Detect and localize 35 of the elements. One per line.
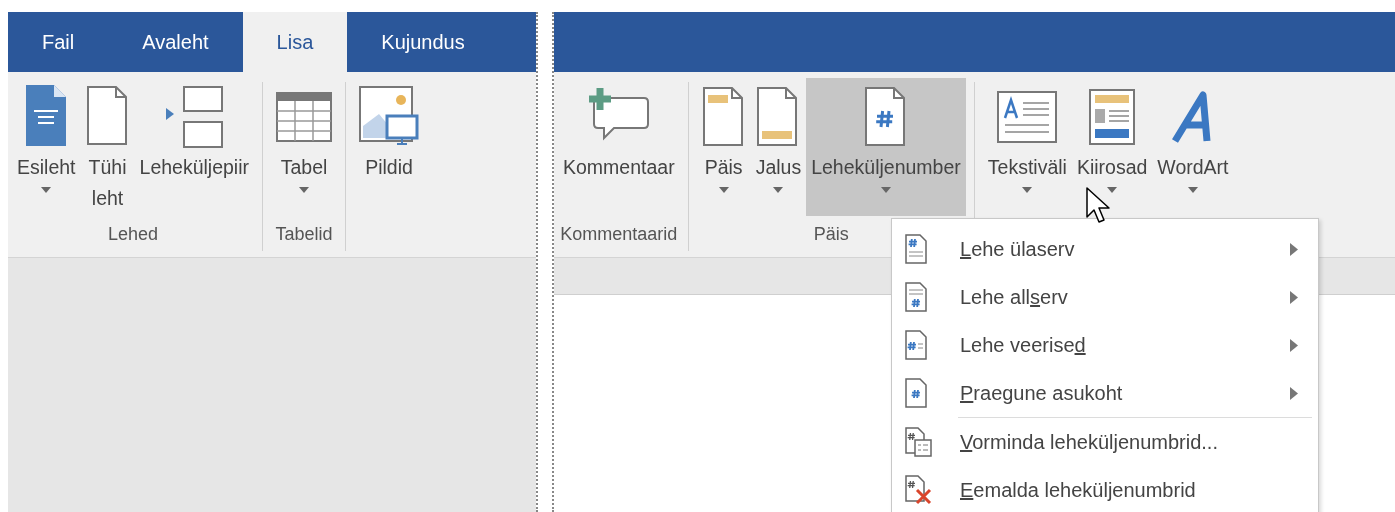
ribbon-button[interactable]: Päis (696, 78, 751, 216)
ribbon-button[interactable]: Esileht (12, 78, 81, 216)
menu-item[interactable]: Lehe ülaserv (892, 225, 1318, 273)
ribbon-button[interactable]: Leheküljenumber (806, 78, 966, 216)
ribbon-button[interactable]: WordArt (1152, 78, 1234, 216)
picture-icon (359, 86, 420, 148)
menu-item[interactable]: Lehe allserv (892, 273, 1318, 321)
page-number-icon (863, 87, 908, 147)
menu-item[interactable]: Lehe veerised (892, 321, 1318, 369)
format-page-numbers-icon (904, 427, 932, 457)
layout-icon (1089, 89, 1136, 145)
page-icon (85, 86, 130, 148)
ribbon-button[interactable]: Tekstiväli (982, 78, 1072, 216)
text-box-icon (997, 91, 1058, 143)
group-label: Tabelid (275, 223, 333, 246)
group-label: Kommentaarid (560, 223, 678, 246)
ribbon-button[interactable]: Leheküljepiir (134, 78, 255, 216)
tab[interactable]: Kujundus (347, 12, 499, 72)
menu-item[interactable]: Eemalda leheküljenumbrid (892, 466, 1318, 512)
ribbon-button[interactable]: Tühi leht (80, 78, 135, 216)
menu-item[interactable]: Vorminda leheküljenumbrid... (892, 418, 1318, 466)
ribbon-button[interactable]: Tabel (271, 78, 338, 216)
tab[interactable]: Avaleht (108, 12, 243, 72)
table-icon (276, 92, 333, 142)
group-label: Päis (813, 223, 849, 246)
ribbon-button[interactable]: Jalus (750, 78, 807, 216)
ribbon-button[interactable]: Kommentaar (558, 78, 680, 216)
header-icon (701, 87, 746, 147)
remove-page-numbers-icon (904, 475, 932, 505)
page-break-icon (164, 86, 225, 148)
tab[interactable]: Lisa (242, 12, 348, 72)
menu-item[interactable]: Praegune asukoht (892, 369, 1318, 417)
ribbon-button[interactable]: Pildid (354, 78, 425, 216)
group-label: Lehed (108, 223, 159, 246)
tab[interactable]: Fail (8, 12, 109, 72)
